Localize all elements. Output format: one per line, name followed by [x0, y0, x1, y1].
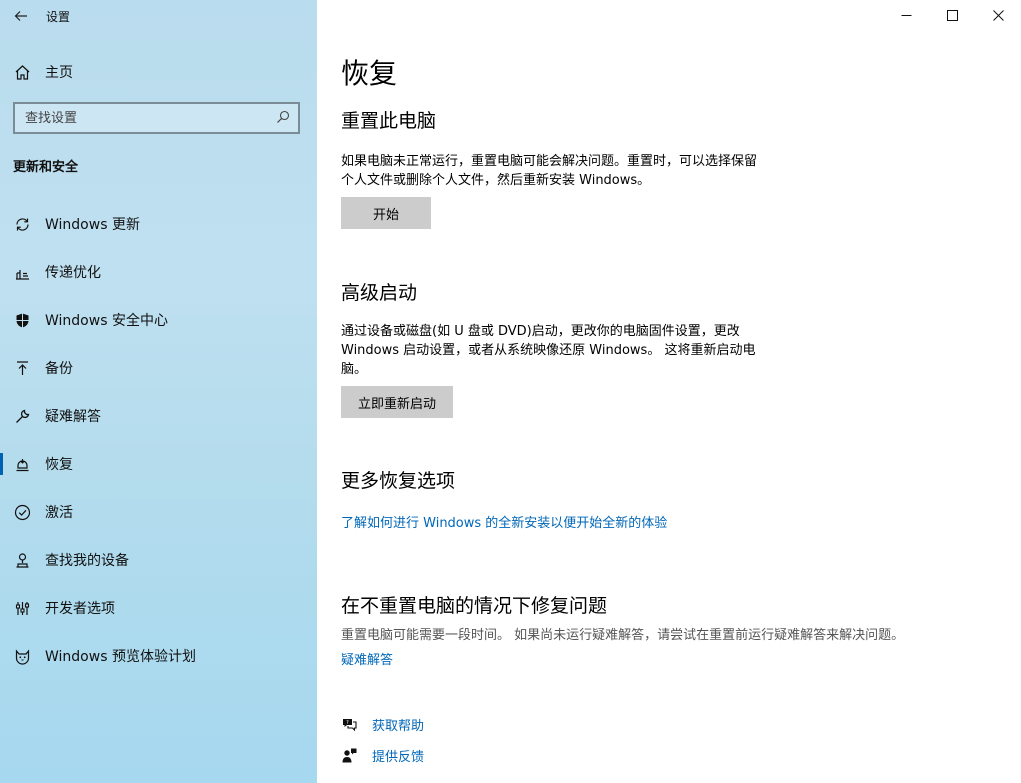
find-device-icon [0, 552, 45, 569]
sidebar: 设置 主页 更新和安全 Windows 更新 传递优化 [0, 0, 317, 783]
sidebar-item-label: 主页 [45, 65, 73, 81]
reset-description-line: 如果电脑未正常运行，重置电脑可能会解决问题。重置时，可以选择保留 [341, 154, 758, 169]
minimize-button[interactable] [883, 0, 929, 30]
shield-icon [0, 312, 45, 329]
sidebar-item-developer-options[interactable]: 开发者选项 [0, 584, 317, 632]
sidebar-item-troubleshoot[interactable]: 疑难解答 [0, 392, 317, 440]
page-title: 恢复 [341, 57, 398, 90]
delivery-optimization-icon [0, 264, 45, 281]
sidebar-item-security-center[interactable]: Windows 安全中心 [0, 296, 317, 344]
sidebar-item-label: 疑难解答 [45, 409, 101, 425]
sidebar-item-insider-program[interactable]: Windows 预览体验计划 [0, 632, 317, 680]
maximize-button[interactable] [929, 0, 975, 30]
advanced-description-line: 脑。 [341, 362, 368, 377]
sidebar-item-label: 备份 [45, 361, 73, 377]
feedback-person-icon [342, 748, 357, 762]
sidebar-item-label: 开发者选项 [45, 601, 115, 617]
fix-problems-heading: 在不重置电脑的情况下修复问题 [341, 595, 608, 617]
insider-cat-icon [0, 648, 45, 665]
chat-help-icon: ? [343, 718, 357, 731]
reset-description: 如果电脑未正常运行，重置电脑可能会解决问题。重置时，可以选择保留 个人文件或删除… [341, 152, 801, 190]
fresh-install-link[interactable]: 了解如何进行 Windows 的全新安装以便开始全新的体验 [341, 512, 667, 531]
troubleshoot-link[interactable]: 疑难解答 [341, 649, 393, 668]
refresh-icon [0, 216, 45, 233]
sidebar-item-backup[interactable]: 备份 [0, 344, 317, 392]
title-bar-left: 设置 [0, 0, 317, 32]
home-icon [0, 64, 45, 81]
sidebar-item-label: Windows 预览体验计划 [45, 649, 196, 665]
sidebar-item-home[interactable]: 主页 [0, 56, 317, 88]
recovery-icon [0, 456, 45, 473]
reset-description-line: 个人文件或删除个人文件，然后重新安装 Windows。 [341, 173, 651, 188]
sidebar-item-label: 查找我的设备 [45, 553, 129, 569]
reset-heading: 重置此电脑 [341, 110, 437, 132]
back-arrow-icon [14, 11, 27, 21]
minimize-icon [901, 14, 911, 16]
search-icon[interactable] [276, 109, 290, 128]
sidebar-item-label: 激活 [45, 505, 73, 521]
close-button[interactable] [975, 0, 1021, 30]
fix-problems-description: 重置电脑可能需要一段时间。 如果尚未运行疑难解答，请尝试在重置前运行疑难解答来解… [341, 628, 905, 643]
get-help-row[interactable]: ? 获取帮助 [341, 713, 424, 735]
sidebar-item-windows-update[interactable]: Windows 更新 [0, 200, 317, 248]
main-content: 恢复 重置此电脑 如果电脑未正常运行，重置电脑可能会解决问题。重置时，可以选择保… [317, 0, 1021, 783]
feedback-link[interactable]: 提供反馈 [372, 746, 424, 765]
more-options-heading: 更多恢复选项 [341, 470, 456, 492]
developer-icon [0, 600, 45, 617]
backup-arrow-icon [0, 360, 45, 377]
sidebar-nav-list: Windows 更新 传递优化 Windows 安全中心 备份 疑难解答 恢复 … [0, 200, 317, 680]
section-heading: 更新和安全 [13, 160, 79, 175]
close-icon [992, 9, 1004, 21]
sidebar-item-label: Windows 更新 [45, 217, 140, 233]
sidebar-item-label: 传递优化 [45, 265, 101, 281]
check-circle-icon [0, 504, 45, 521]
maximize-icon [946, 9, 958, 21]
advanced-description-line: Windows 启动设置，或者从系统映像还原 Windows。 这将重新启动电 [341, 343, 756, 358]
feedback-row[interactable]: 提供反馈 [341, 744, 424, 766]
sidebar-item-label: 恢复 [45, 457, 73, 473]
sidebar-item-find-my-device[interactable]: 查找我的设备 [0, 536, 317, 584]
window-controls [883, 0, 1021, 30]
wrench-icon [0, 408, 45, 425]
back-button[interactable] [0, 0, 42, 32]
advanced-startup-description: 通过设备或磁盘(如 U 盘或 DVD)启动，更改你的电脑固件设置，更改 Wind… [341, 322, 801, 379]
sidebar-item-activation[interactable]: 激活 [0, 488, 317, 536]
search-input[interactable] [25, 110, 265, 126]
sidebar-item-label: Windows 安全中心 [45, 313, 168, 329]
svg-text:?: ? [346, 720, 349, 726]
get-help-link[interactable]: 获取帮助 [372, 715, 424, 734]
sidebar-item-delivery-optimization[interactable]: 传递优化 [0, 248, 317, 296]
app-title: 设置 [46, 9, 71, 24]
advanced-startup-heading: 高级启动 [341, 282, 418, 304]
sidebar-item-recovery[interactable]: 恢复 [0, 440, 317, 488]
advanced-description-line: 通过设备或磁盘(如 U 盘或 DVD)启动，更改你的电脑固件设置，更改 [341, 324, 740, 339]
restart-now-button[interactable]: 立即重新启动 [341, 386, 453, 418]
search-box[interactable] [13, 102, 300, 134]
reset-start-button[interactable]: 开始 [341, 197, 431, 229]
